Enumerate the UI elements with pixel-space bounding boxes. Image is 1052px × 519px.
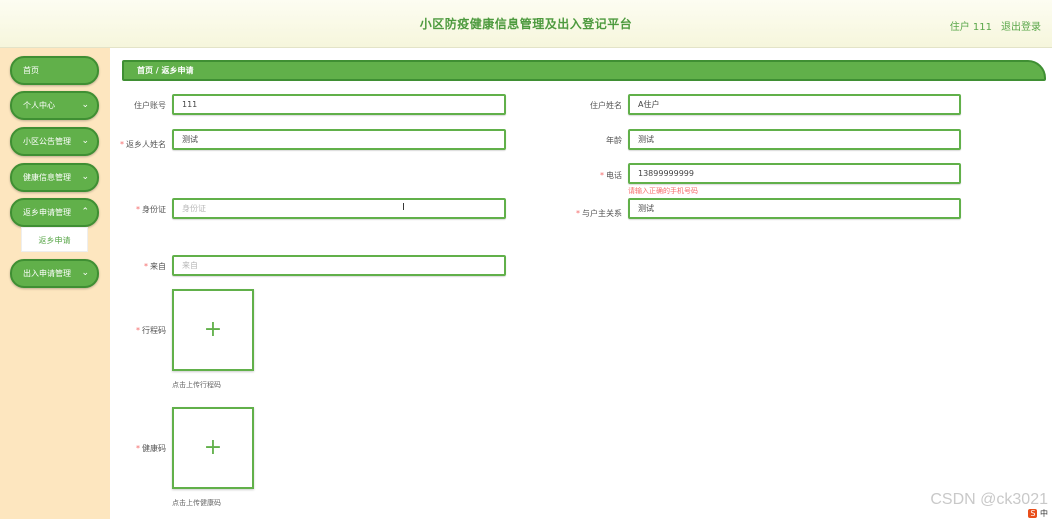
id-card-label: * 身份证	[136, 205, 166, 214]
return-name-field[interactable]: 测试	[172, 129, 506, 150]
sidebar-item-label: 个人中心	[23, 101, 55, 110]
origin-label: * 来自	[144, 262, 166, 271]
origin-field[interactable]: 来自	[172, 255, 506, 276]
return-name-label: * 返乡人姓名	[120, 140, 166, 149]
age-field[interactable]: 测试	[628, 129, 961, 150]
chevron-up-icon: ⌃	[81, 207, 89, 217]
phone-error-message: 请输入正确的手机号码	[628, 187, 698, 195]
relation-field[interactable]: 测试	[628, 198, 961, 219]
phone-field[interactable]: 13899999999	[628, 163, 961, 184]
sidebar-item-announcements[interactable]: 小区公告管理 ⌄	[10, 127, 99, 156]
chevron-down-icon: ⌄	[81, 172, 89, 182]
trip-code-label: * 行程码	[136, 326, 166, 335]
sidebar-item-label: 小区公告管理	[23, 137, 71, 146]
sidebar: 首页 个人中心 ⌄ 小区公告管理 ⌄ 健康信息管理 ⌄ 返乡申请管理 ⌃ 出入申…	[0, 48, 110, 519]
sidebar-subitem-return-application[interactable]: 返乡申请	[21, 227, 88, 252]
relation-label: * 与户主关系	[576, 209, 622, 218]
app-title: 小区防疫健康信息管理及出入登记平台	[419, 17, 633, 31]
sidebar-item-label: 首页	[23, 66, 39, 75]
account-label: 住户账号	[134, 101, 166, 110]
top-bar: 小区防疫健康信息管理及出入登记平台 住户 111 退出登录	[0, 0, 1052, 48]
age-label: 年龄	[606, 136, 622, 145]
trip-code-upload[interactable]: +	[172, 289, 254, 371]
sidebar-item-return-applications[interactable]: 返乡申请管理 ⌃	[10, 198, 99, 227]
health-code-hint: 点击上传健康码	[172, 499, 221, 507]
health-code-label: * 健康码	[136, 444, 166, 453]
sidebar-item-personal-center[interactable]: 个人中心 ⌄	[10, 91, 99, 120]
sidebar-item-label: 出入申请管理	[23, 269, 71, 278]
sidebar-item-health-info[interactable]: 健康信息管理 ⌄	[10, 163, 99, 192]
ime-logo-icon: S	[1028, 509, 1038, 518]
text-cursor-icon: I	[402, 202, 405, 213]
resident-name-field[interactable]: A住户	[628, 94, 961, 115]
plus-icon: +	[203, 317, 223, 342]
id-card-field[interactable]: 身份证	[172, 198, 506, 219]
chevron-down-icon: ⌄	[81, 136, 89, 146]
sidebar-item-label: 返乡申请管理	[23, 208, 71, 217]
logout-link[interactable]: 退出登录	[1001, 18, 1041, 33]
sidebar-item-access-applications[interactable]: 出入申请管理 ⌄	[10, 259, 99, 288]
plus-icon: +	[203, 435, 223, 460]
ime-toolbar: S 中	[1028, 509, 1048, 518]
watermark: CSDN @ck3021	[930, 491, 1048, 508]
user-label: 住户 111	[949, 22, 992, 33]
account-field[interactable]: 111	[172, 94, 506, 115]
sidebar-item-home[interactable]: 首页	[10, 56, 99, 85]
sidebar-item-label: 健康信息管理	[23, 173, 71, 182]
trip-code-hint: 点击上传行程码	[172, 381, 221, 389]
chevron-down-icon: ⌄	[81, 100, 89, 110]
phone-label: * 电话	[600, 171, 622, 180]
chevron-down-icon: ⌄	[81, 268, 89, 278]
health-code-upload[interactable]: +	[172, 407, 254, 489]
breadcrumb: 首页 / 返乡申请	[122, 60, 1046, 81]
resident-name-label: 住户姓名	[590, 101, 622, 110]
